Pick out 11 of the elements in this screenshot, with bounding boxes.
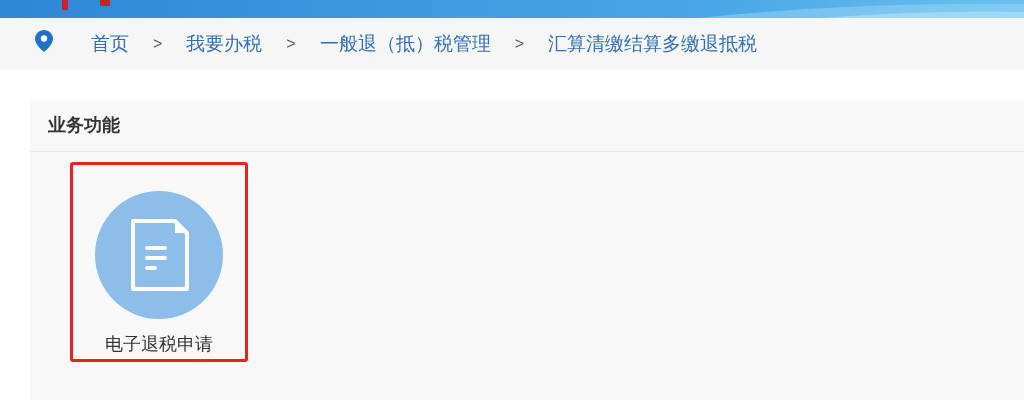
breadcrumb-separator: > [286,34,296,54]
function-tile[interactable]: 电子退税申请 [70,162,248,362]
breadcrumb-separator: > [153,34,163,54]
breadcrumb-link[interactable]: 一般退（抵）税管理 [319,29,491,59]
panel-title: 业务功能 [48,114,120,137]
breadcrumb-separator: > [514,34,525,54]
breadcrumb-link[interactable]: 首页 [91,29,129,59]
breadcrumb-link[interactable]: 我要办税 [186,29,263,59]
location-pin-icon [35,30,53,52]
document-icon [95,191,223,319]
breadcrumb-link[interactable]: 汇算清缴结算多缴退抵税 [548,29,758,59]
